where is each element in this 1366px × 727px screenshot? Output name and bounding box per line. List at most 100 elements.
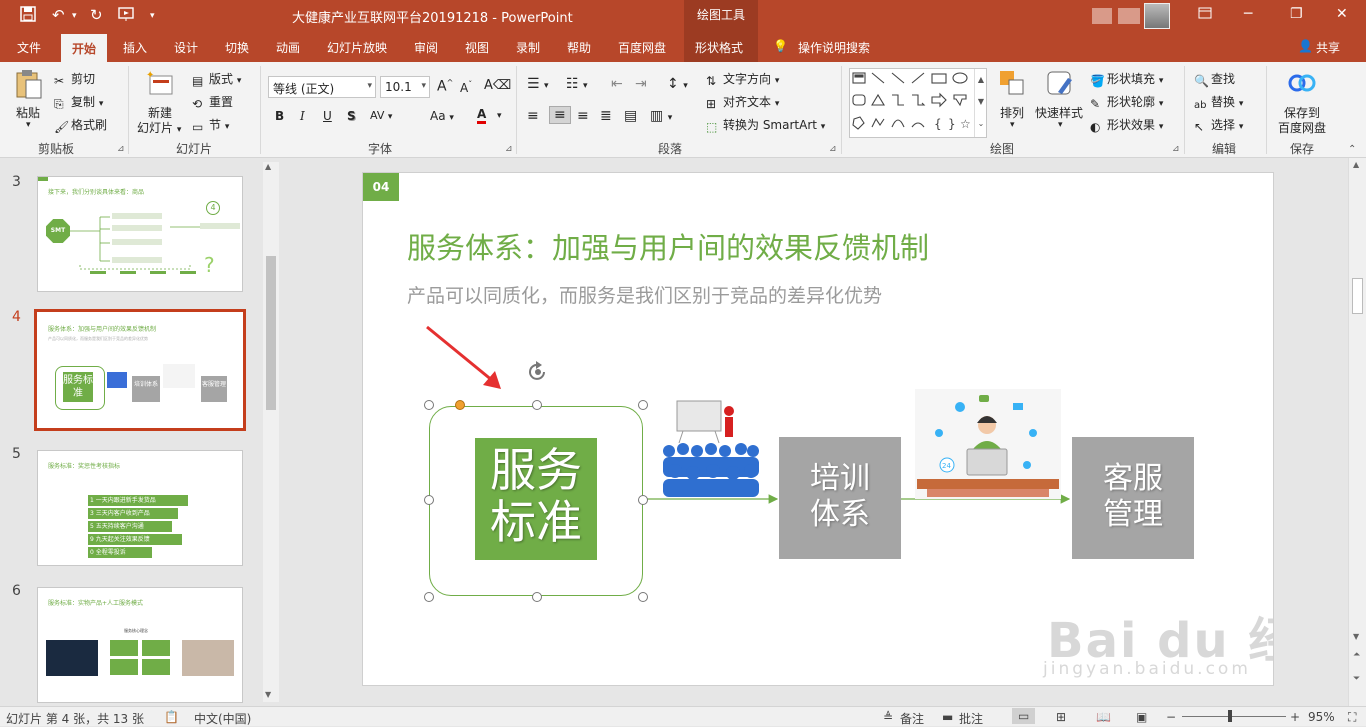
grow-font-icon[interactable]: A^ <box>437 78 453 95</box>
quick-styles-dropdown-icon[interactable]: ▾ <box>1058 120 1063 130</box>
customer-service-box[interactable]: 客服 管理 <box>1072 437 1194 559</box>
align-center-icon[interactable]: ≡ <box>549 106 571 124</box>
slide-sorter-icon[interactable]: ⊞ <box>1056 710 1066 724</box>
dialog-launcher-icon[interactable]: ⊿ <box>505 144 513 154</box>
slide-scrollbar[interactable]: ▲ ▼ ⏶ ⏷ <box>1348 158 1366 706</box>
shape-outline-button[interactable]: ✎ 形状轮廓 ▾ <box>1090 93 1163 111</box>
clear-format-icon[interactable]: A⌫ <box>484 78 511 93</box>
line-spacing-icon[interactable]: ↕ ▾ <box>667 76 688 92</box>
lightbulb-icon[interactable]: 💡 <box>773 39 788 53</box>
share-button[interactable]: 共享 <box>1316 39 1340 56</box>
comments-button[interactable]: 批注 <box>959 710 983 727</box>
tab-design[interactable]: 设计 <box>174 39 198 56</box>
slide-thumbnail-3[interactable]: 接下来，我们分别谈具体来看：商品 SMT 4 ? <box>37 176 243 292</box>
underline-button[interactable]: U <box>323 109 332 123</box>
smartart-button[interactable]: ⬚ 转换为 SmartArt ▾ <box>706 116 825 134</box>
tab-animations[interactable]: 动画 <box>276 39 300 56</box>
font-color-dropdown-icon[interactable]: ▾ <box>497 111 502 121</box>
slideshow-start-icon[interactable] <box>118 6 136 26</box>
tab-view[interactable]: 视图 <box>465 39 489 56</box>
arrange-dropdown-icon[interactable]: ▾ <box>1010 120 1015 130</box>
shape-gallery[interactable]: {} ☆ ▲ ▼ ⌄ <box>849 68 987 138</box>
notes-icon[interactable]: ≜ <box>883 710 893 724</box>
thumbnail-scrollbar[interactable]: ▲ ▼ <box>263 162 279 702</box>
paste-dropdown-icon[interactable]: ▾ <box>26 120 31 130</box>
tab-home[interactable]: 开始 <box>61 34 108 62</box>
zoom-slider[interactable] <box>1182 716 1286 717</box>
notes-button[interactable]: 备注 <box>900 710 924 727</box>
scroll-up-icon[interactable]: ▲ <box>1353 160 1359 169</box>
slide-thumbnail-5[interactable]: 服务标准：奖惩性考核指标 1 一天内跟进新手发货品 3 三天内客户收到产品 5 … <box>37 450 243 566</box>
new-slide-line2[interactable]: 幻灯片 ▾ <box>137 119 181 136</box>
increase-indent-icon[interactable]: ⇥ <box>635 76 647 92</box>
baidu-netdisk-icon[interactable] <box>1288 70 1316 99</box>
cut-button[interactable]: ✂ 剪切 <box>54 70 95 88</box>
new-slide-icon[interactable]: ✦ <box>144 68 176 103</box>
section-button[interactable]: ▭ 节 ▾ <box>192 116 229 134</box>
arrange-icon[interactable] <box>997 68 1027 101</box>
selection-handles[interactable] <box>419 361 655 607</box>
reset-button[interactable]: ⟲ 重置 <box>192 93 233 111</box>
scroll-down-icon[interactable]: ▼ <box>265 690 271 699</box>
minimize-button[interactable]: ─ <box>1244 6 1252 22</box>
redo-icon[interactable]: ↻ <box>90 6 103 24</box>
replace-button[interactable]: ab 替换 ▾ <box>1194 93 1243 114</box>
justify-icon[interactable]: ≣ <box>600 108 612 124</box>
font-color-button[interactable]: A <box>477 107 487 124</box>
ribbon-display-icon[interactable] <box>1198 6 1212 24</box>
change-case-button[interactable]: Aa ▾ <box>430 109 454 123</box>
quick-styles-button[interactable]: 快速样式 <box>1035 104 1083 121</box>
tab-shape-format[interactable]: 形状格式 <box>695 39 743 56</box>
tell-me-search[interactable]: 操作说明搜索 <box>798 39 870 56</box>
paste-button[interactable]: 粘贴 <box>16 104 40 121</box>
copy-button[interactable]: ⎘ 复制 ▾ <box>54 93 103 111</box>
fit-slide-icon[interactable]: ⛶ <box>1348 710 1356 725</box>
tab-file[interactable]: 文件 <box>17 39 41 56</box>
scroll-thumb[interactable] <box>266 256 276 410</box>
language-indicator[interactable]: 中文(中国) <box>194 710 251 727</box>
text-direction-button[interactable]: ⇅ 文字方向 ▾ <box>706 70 779 88</box>
slide-thumbnail-4[interactable]: 服务体系：加强与用户间的效果反馈机制 产品可以同质化，而服务是我们区别于竞品的差… <box>34 309 246 431</box>
rotate-handle-icon[interactable] <box>525 359 551 385</box>
shape-fill-button[interactable]: 🪣 形状填充 ▾ <box>1090 70 1163 88</box>
slideshow-view-icon[interactable]: ▣ <box>1136 710 1147 724</box>
align-left-icon[interactable]: ≡ <box>527 108 539 124</box>
reading-view-icon[interactable]: 📖 <box>1096 710 1111 724</box>
restore-button[interactable]: ❐ <box>1290 6 1303 22</box>
tab-record[interactable]: 录制 <box>516 39 540 56</box>
decrease-indent-icon[interactable]: ⇤ <box>611 76 623 92</box>
share-icon[interactable]: 👤 <box>1298 39 1313 53</box>
font-name-dropdown[interactable]: 等线 (正文) ▾ <box>268 76 376 98</box>
font-size-dropdown[interactable]: 10.1 ▾ <box>380 76 430 98</box>
scroll-up-icon[interactable]: ▲ <box>265 162 271 171</box>
select-button[interactable]: ↖ 选择 ▾ <box>1194 116 1243 134</box>
columns-icon[interactable]: ▥ ▾ <box>650 108 672 124</box>
paste-icon[interactable] <box>14 68 44 103</box>
previous-slide-icon[interactable]: ⏶ <box>1353 650 1360 660</box>
save-icon[interactable] <box>20 6 36 26</box>
layout-button[interactable]: ▤ 版式 ▾ <box>192 70 241 88</box>
shrink-font-icon[interactable]: Aˇ <box>460 80 472 95</box>
align-text-button[interactable]: ⊞ 对齐文本 ▾ <box>706 93 779 111</box>
comments-icon[interactable]: ▬ <box>942 710 953 724</box>
tab-insert[interactable]: 插入 <box>123 39 147 56</box>
quick-styles-icon[interactable] <box>1044 68 1076 103</box>
close-button[interactable]: ✕ <box>1336 6 1348 22</box>
bullets-icon[interactable]: ☰ ▾ <box>527 76 549 92</box>
tab-review[interactable]: 审阅 <box>414 39 438 56</box>
scroll-thumb[interactable] <box>1352 278 1363 314</box>
avatar[interactable] <box>1144 3 1170 29</box>
char-spacing-button[interactable]: AV ▾ <box>370 109 392 122</box>
thumbnail-pane[interactable]: 3 接下来，我们分别谈具体来看：商品 SMT 4 ? 4 服务体系：加强与用户间… <box>0 158 280 706</box>
tab-slideshow[interactable]: 幻灯片放映 <box>327 39 387 56</box>
format-painter-button[interactable]: 🖌 格式刷 <box>54 116 107 134</box>
zoom-in-button[interactable]: + <box>1290 710 1300 724</box>
shadow-button[interactable]: S <box>347 109 356 123</box>
scroll-down-icon[interactable]: ▼ <box>1353 632 1359 641</box>
slide-canvas[interactable]: 04 服务体系：加强与用户间的效果反馈机制 产品可以同质化，而服务是我们区别于竞… <box>362 172 1274 686</box>
spellcheck-icon[interactable]: 📋 <box>164 710 179 724</box>
training-system-box[interactable]: 培训 体系 <box>779 437 901 559</box>
tab-transitions[interactable]: 切换 <box>225 39 249 56</box>
dialog-launcher-icon[interactable]: ⊿ <box>1172 144 1180 154</box>
collapse-ribbon-icon[interactable]: ⌃ <box>1348 144 1356 155</box>
